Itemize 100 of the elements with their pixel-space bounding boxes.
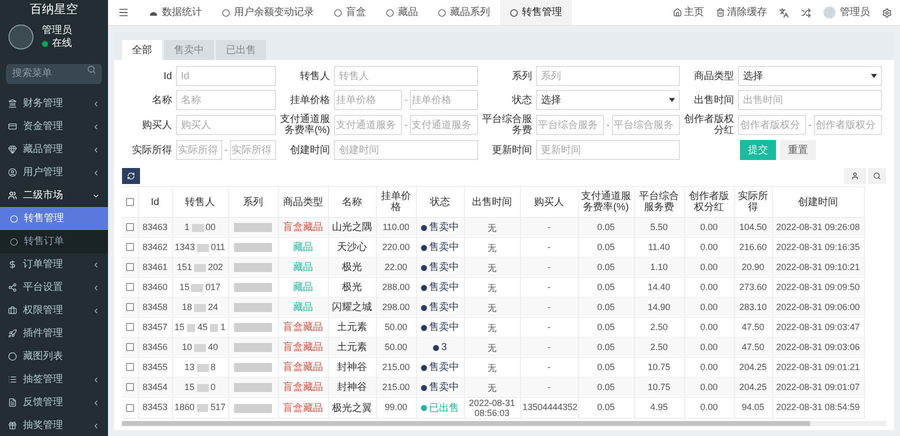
sidebar-item[interactable]: 藏品管理 — [0, 138, 108, 161]
reset-button[interactable]: 重置 — [780, 140, 816, 160]
row-checkbox[interactable] — [126, 404, 134, 412]
range-end-field[interactable]: 平台综合服务 — [612, 115, 680, 135]
select-all-checkbox[interactable] — [126, 198, 134, 206]
gift-icon — [8, 421, 17, 430]
sidebar-item[interactable]: 财务管理 — [0, 92, 108, 115]
table-cell: 4.95 — [634, 398, 684, 418]
sidebar-item[interactable]: 抽奖管理 — [0, 414, 108, 436]
menu-icon[interactable] — [118, 7, 129, 18]
status-text: 售卖中 — [429, 280, 459, 295]
horizontal-scrollbar[interactable] — [122, 421, 886, 426]
range-end-field[interactable]: 挂单价格 — [410, 90, 478, 110]
refresh-icon — [127, 172, 135, 180]
blurred-block — [196, 364, 208, 372]
status-text: 售卖中 — [429, 380, 459, 395]
row-checkbox[interactable] — [126, 343, 134, 352]
refresh-button[interactable] — [122, 168, 140, 184]
columns-button[interactable] — [844, 168, 866, 184]
seller-fragment: 15 — [184, 380, 194, 394]
circle-icon — [10, 214, 18, 222]
sidebar-item[interactable]: 平台设置 — [0, 276, 108, 299]
row-checkbox[interactable] — [126, 243, 134, 252]
table-cell: 极光之翼 — [328, 398, 376, 418]
sidebar-subitem[interactable]: 转售管理 — [0, 207, 108, 230]
row-checkbox[interactable] — [126, 323, 134, 332]
filter-label: 实际所得 — [131, 144, 172, 156]
seller-fragment: 517 — [210, 401, 226, 414]
circle-icon — [222, 8, 230, 16]
seller-fragment: 1343 — [174, 240, 195, 254]
rocket-icon — [8, 329, 17, 338]
sidebar-item[interactable]: 权限管理 — [0, 299, 108, 322]
page-tab[interactable]: 用户余额变动记录 — [212, 0, 324, 25]
share-icon — [8, 283, 17, 292]
seller-fragment: 017 — [205, 280, 221, 294]
filter-label: 支付通道服务费率(%) — [280, 114, 330, 136]
blurred-block — [196, 384, 208, 392]
menu-search-field[interactable]: 搜索菜单 — [6, 64, 102, 84]
filter-select[interactable]: 选择 — [536, 90, 680, 110]
filter-label: 创建时间 — [289, 144, 330, 156]
filter-label: 创作者版权分红 — [684, 114, 734, 136]
page-tab[interactable]: 藏品 — [376, 0, 428, 25]
table-cell: 2022-08-31 08:56:03 — [464, 398, 520, 418]
range-end-field[interactable]: 创作者版权分 — [814, 115, 882, 135]
filter-field[interactable]: Id — [176, 66, 276, 86]
filter-select[interactable]: 选择 — [738, 66, 882, 86]
sidebar-item[interactable]: 资金管理 — [0, 115, 108, 138]
sidebar-item[interactable]: 反馈管理 — [0, 391, 108, 414]
range-start-field[interactable]: 挂单价格 — [334, 90, 402, 110]
sidebar-item[interactable]: 订单管理 — [0, 253, 108, 276]
home-link[interactable]: 主页 — [673, 5, 704, 20]
range-start-field[interactable]: 平台综合服务 — [536, 115, 604, 135]
page-tab[interactable]: 数据统计 — [139, 0, 212, 25]
range-start-field[interactable]: 支付通道服务 — [334, 115, 402, 135]
filter-field[interactable]: 名称 — [176, 90, 276, 110]
clear-cache-link[interactable]: 清除缓存 — [716, 5, 767, 20]
circle-icon — [386, 8, 394, 16]
seller-fragment: 13 — [184, 360, 194, 374]
settings-icon[interactable] — [882, 8, 892, 18]
avatar — [8, 24, 34, 50]
filter-field[interactable]: 出售时间 — [738, 90, 882, 110]
filter-label: Id — [162, 70, 172, 82]
filter-field[interactable]: 购买人 — [176, 115, 276, 135]
table-cell: 83453 — [138, 398, 172, 418]
row-checkbox[interactable] — [126, 383, 134, 392]
range-end-field[interactable]: 实际所得 — [230, 140, 276, 160]
filter-field[interactable]: 转售人 — [334, 66, 478, 86]
sidebar-subitem[interactable]: 转售订单 — [0, 230, 108, 253]
fullscreen-icon[interactable] — [801, 8, 811, 18]
sidebar-item[interactable]: 二级市场 — [0, 184, 108, 207]
range-start-field[interactable]: 实际所得 — [176, 140, 222, 160]
sidebar-item[interactable]: 用户管理 — [0, 161, 108, 184]
sidebar-item[interactable]: 藏图列表 — [0, 345, 108, 368]
table-cell: 94.05 — [734, 398, 772, 418]
filter-field[interactable]: 系列 — [536, 66, 680, 86]
filter-tab[interactable]: 全部 — [122, 40, 162, 60]
language-icon[interactable] — [779, 8, 789, 18]
seller-fragment: 15 — [179, 280, 190, 294]
page-tab[interactable]: 转售管理 — [500, 0, 572, 25]
sidebar-item[interactable]: 抽签管理 — [0, 368, 108, 391]
page-tab[interactable]: 藏品系列 — [428, 0, 500, 25]
seller-fragment: 202 — [208, 260, 224, 274]
row-checkbox[interactable] — [126, 303, 134, 312]
search-button[interactable] — [868, 168, 886, 184]
filter-field[interactable]: 创建时间 — [334, 140, 478, 160]
range-end-field[interactable]: 支付通道服务 — [410, 115, 478, 135]
avatar — [823, 6, 836, 19]
user-menu[interactable]: 管理员 — [823, 5, 870, 20]
row-checkbox[interactable] — [126, 223, 134, 232]
status-text: 售卖中 — [429, 260, 459, 275]
gem-icon — [8, 145, 17, 154]
dollar-icon — [8, 260, 17, 269]
row-checkbox[interactable] — [126, 263, 134, 272]
filter-label: 名称 — [151, 94, 172, 106]
filter-field[interactable]: 更新时间 — [536, 140, 680, 160]
page-tab[interactable]: 盲盒 — [324, 0, 376, 25]
row-checkbox[interactable] — [126, 363, 134, 372]
row-checkbox[interactable] — [126, 283, 134, 292]
range-start-field[interactable]: 创作者版权分 — [738, 115, 806, 135]
sidebar-item[interactable]: 插件管理 — [0, 322, 108, 345]
